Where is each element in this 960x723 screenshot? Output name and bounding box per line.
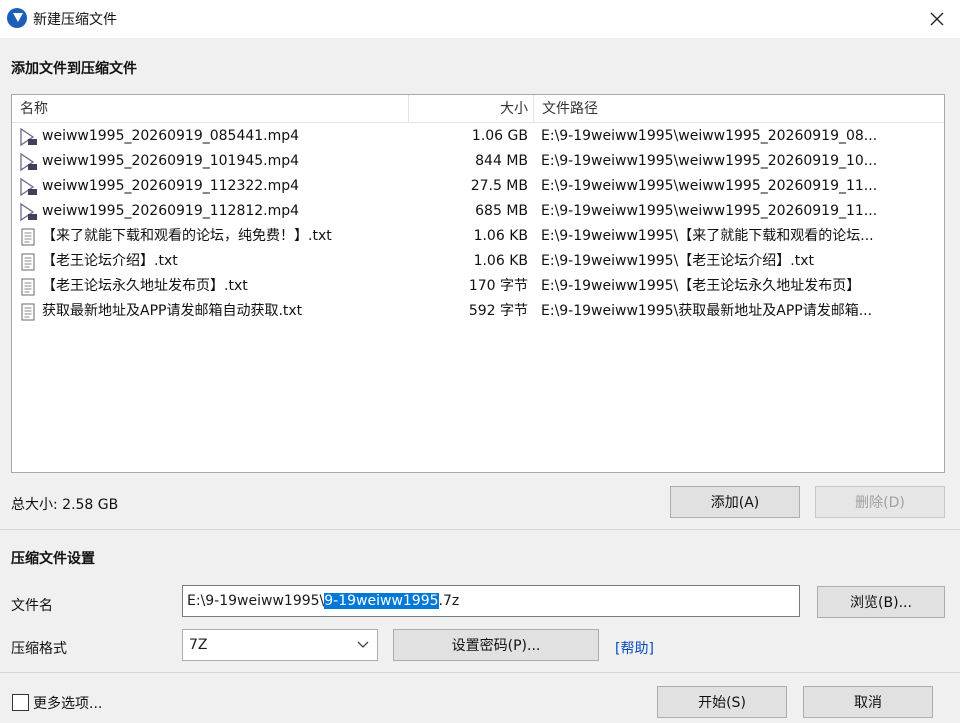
format-label: 压缩格式 — [11, 641, 67, 657]
close-icon — [930, 12, 944, 26]
table-row[interactable]: weiww1995_20260919_085441.mp4 1.06 GB E:\9… — [12, 124, 944, 149]
add-button[interactable]: 添加(A) — [670, 486, 800, 518]
file-path: E:\9-19weiww1995\weiww1995_20260919_10..… — [541, 153, 878, 169]
browse-button[interactable]: 浏览(B)... — [817, 586, 945, 618]
file-size: 1.06 KB — [473, 228, 528, 244]
column-header-name[interactable]: 名称 — [20, 95, 405, 123]
file-size: 1.06 KB — [473, 253, 528, 269]
window-title: 新建压缩文件 — [33, 12, 117, 28]
file-name: 【来了就能下载和观看的论坛，纯免费！】.txt — [42, 228, 332, 244]
file-name-cell: weiww1995_20260919_112322.mp4 — [18, 174, 406, 199]
file-path: E:\9-19weiww1995\获取最新地址及APP请发邮箱... — [541, 303, 873, 319]
table-row[interactable]: 【老王论坛介绍】.txt 1.06 KB E:\9-19weiww1995\【老王论… — [12, 249, 944, 274]
start-button[interactable]: 开始(S) — [657, 686, 787, 718]
filename-label: 文件名 — [11, 598, 53, 614]
video-file-icon — [18, 152, 38, 172]
table-row[interactable]: weiww1995_20260919_112322.mp4 27.5 MB E:\9… — [12, 174, 944, 199]
title-bar: 新建压缩文件 — [0, 0, 960, 38]
total-size-label: 总大小: 2.58 GB — [11, 497, 119, 513]
bottom-divider — [0, 672, 960, 673]
file-path: E:\9-19weiww1995\【老王论坛介绍】.txt — [541, 253, 814, 269]
video-file-icon — [18, 127, 38, 147]
filename-suffix: .7z — [438, 593, 460, 609]
file-name-cell: 【老王论坛介绍】.txt — [18, 249, 406, 274]
file-list[interactable]: 名称 大小 文件路径 weiww1995_20260919_085441.mp4… — [11, 94, 945, 473]
column-header-size[interactable]: 大小 — [408, 95, 532, 123]
format-selected-value: 7Z — [189, 637, 208, 653]
table-row[interactable]: 【来了就能下载和观看的论坛，纯免费！】.txt 1.06 KB E:\9-19wei… — [12, 224, 944, 249]
file-name-cell: 【老王论坛永久地址发布页】.txt — [18, 274, 406, 299]
table-row[interactable]: 获取最新地址及APP请发邮箱自动获取.txt 592 字节 E:\9-19weiww… — [12, 299, 944, 324]
text-file-icon — [18, 302, 38, 322]
file-size: 1.06 GB — [471, 128, 528, 144]
app-logo-icon — [7, 8, 27, 28]
more-options-checkbox[interactable] — [12, 694, 29, 711]
text-file-icon — [18, 277, 38, 297]
file-list-header: 名称 大小 文件路径 — [12, 95, 944, 123]
file-name: weiww1995_20260919_101945.mp4 — [42, 153, 300, 169]
add-files-section-title: 添加文件到压缩文件 — [11, 61, 137, 77]
file-name: weiww1995_20260919_112322.mp4 — [42, 178, 300, 194]
table-row[interactable]: 【老王论坛永久地址发布页】.txt 170 字节 E:\9-19weiww1995\… — [12, 274, 944, 299]
text-file-icon — [18, 227, 38, 247]
archive-settings-title: 压缩文件设置 — [11, 551, 95, 567]
chevron-down-icon — [357, 641, 369, 648]
file-path: E:\9-19weiww1995\weiww1995_20260919_11..… — [541, 203, 878, 219]
column-header-path[interactable]: 文件路径 — [533, 95, 943, 123]
file-name: 获取最新地址及APP请发邮箱自动获取.txt — [42, 303, 303, 319]
file-path: E:\9-19weiww1995\weiww1995_20260919_08..… — [541, 128, 878, 144]
video-file-icon — [18, 177, 38, 197]
table-row[interactable]: weiww1995_20260919_101945.mp4 844 MB E:\9-… — [12, 149, 944, 174]
file-size: 592 字节 — [468, 303, 528, 319]
file-path: E:\9-19weiww1995\【来了就能下载和观看的论坛... — [541, 228, 874, 244]
filename-selected-text: 9-19weiww1995 — [324, 593, 439, 609]
filename-input[interactable]: E:\9-19weiww1995\9-19weiww1995.7z — [182, 585, 800, 617]
set-password-button[interactable]: 设置密码(P)... — [393, 629, 599, 661]
file-name-cell: 【来了就能下载和观看的论坛，纯免费！】.txt — [18, 224, 406, 249]
format-select[interactable]: 7Z — [182, 629, 378, 661]
delete-button[interactable]: 删除(D) — [815, 486, 945, 518]
file-size: 844 MB — [475, 153, 528, 169]
file-name-cell: weiww1995_20260919_085441.mp4 — [18, 124, 406, 149]
file-size: 685 MB — [475, 203, 528, 219]
filename-prefix: E:\9-19weiww1995\ — [187, 593, 325, 609]
section-divider — [0, 529, 960, 530]
file-name-cell: 获取最新地址及APP请发邮箱自动获取.txt — [18, 299, 406, 324]
help-link[interactable]: [帮助] — [615, 638, 654, 658]
file-name: weiww1995_20260919_085441.mp4 — [42, 128, 300, 144]
file-path: E:\9-19weiww1995\weiww1995_20260919_11..… — [541, 178, 878, 194]
file-name-cell: weiww1995_20260919_101945.mp4 — [18, 149, 406, 174]
file-name: 【老王论坛介绍】.txt — [42, 253, 178, 269]
file-name: 【老王论坛永久地址发布页】.txt — [42, 278, 248, 294]
dialog-body: 添加文件到压缩文件 名称 大小 文件路径 weiww1995_20260919_… — [0, 38, 960, 723]
file-name: weiww1995_20260919_112812.mp4 — [42, 203, 300, 219]
close-button[interactable] — [914, 0, 960, 38]
cancel-button[interactable]: 取消 — [803, 686, 933, 718]
file-name-cell: weiww1995_20260919_112812.mp4 — [18, 199, 406, 224]
file-path: E:\9-19weiww1995\【老王论坛永久地址发布页】 — [541, 278, 861, 294]
more-options-label[interactable]: 更多选项... — [33, 693, 102, 713]
video-file-icon — [18, 202, 38, 222]
table-row[interactable]: weiww1995_20260919_112812.mp4 685 MB E:\9-… — [12, 199, 944, 224]
file-size: 170 字节 — [468, 278, 528, 294]
text-file-icon — [18, 252, 38, 272]
file-size: 27.5 MB — [470, 178, 528, 194]
